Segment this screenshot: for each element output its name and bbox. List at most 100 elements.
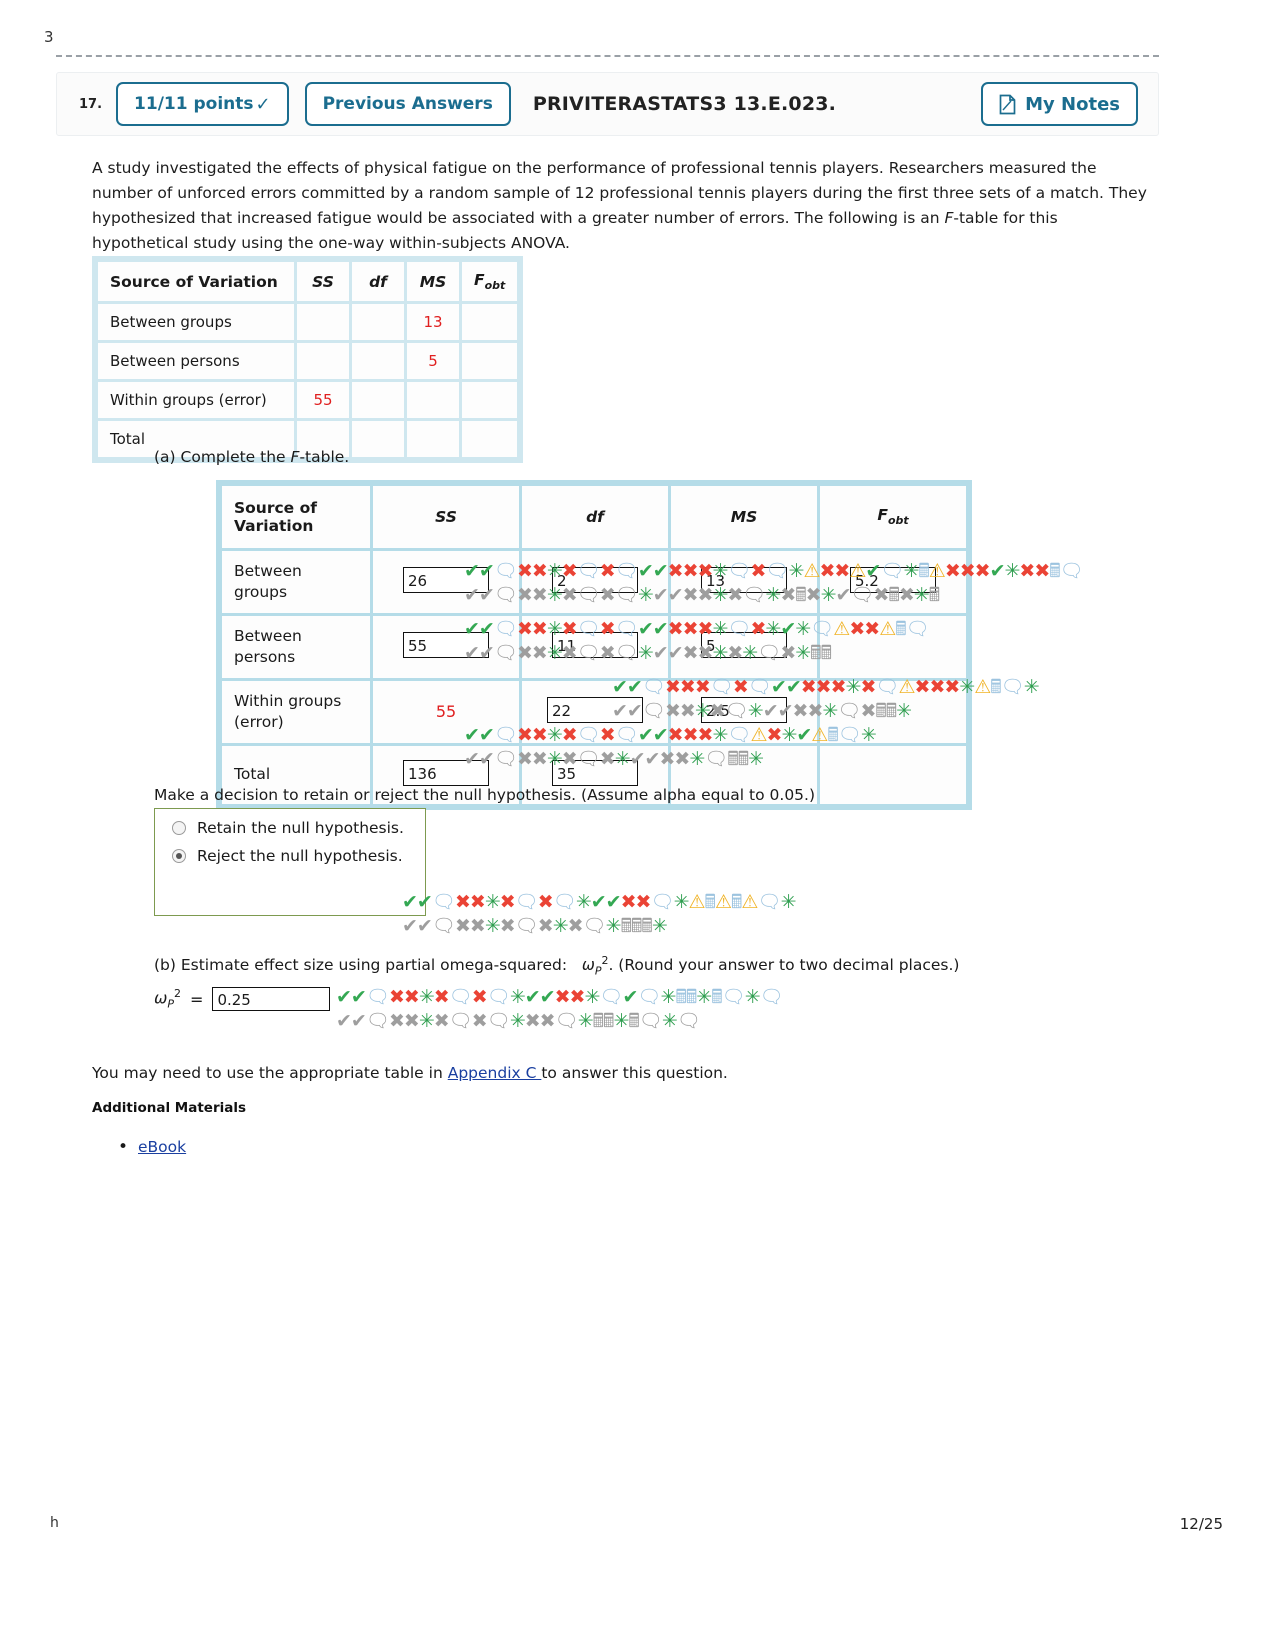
star-icon: ✳ — [509, 986, 526, 1008]
calculator-icon: 🖩 — [675, 986, 686, 1008]
table-row: Between groups 26 2 13 5.2 — [222, 551, 966, 613]
part-b-answer-input[interactable]: 0.25 — [212, 987, 331, 1011]
points-badge[interactable]: 11/11 points ✓ — [116, 82, 289, 126]
feedback-icons-decision-b: ✔✔🗨✖✖✳✖🗨✖✳✖🗨✳🖩🖩🖩✳ — [402, 915, 668, 937]
given-table-header-row: Source of Variation SS df MS Fobt — [98, 262, 518, 302]
incorrect-x-icon: ✖ — [569, 986, 586, 1008]
pending-x-icon: ✖ — [524, 1010, 541, 1032]
given-row1-df — [352, 343, 404, 380]
warning-icon: ⚠ — [714, 891, 732, 913]
given-row0-df — [352, 304, 404, 341]
comment-bubble-icon: 🗨 — [431, 915, 456, 937]
given-row2-ms — [407, 382, 459, 419]
answer-row0-ss-input[interactable]: 26 — [403, 566, 489, 593]
given-header-fobt-f: F — [474, 271, 485, 289]
warning-icon: ⚠ — [688, 891, 705, 913]
part-a-label-before: (a) Complete the — [154, 448, 291, 466]
given-row1-ss — [297, 343, 349, 380]
correct-check-icon: ✔ — [989, 560, 1006, 582]
part-b-answer-symbol: ωP2 — [154, 987, 181, 1011]
feedback-icons-part-b: ✔✔🗨✖✖✳✖🗨✖🗨✳✔✔✖✖✳🗨✔🗨✳🖩🖩✳🖩🗨✳🗨 — [336, 986, 784, 1008]
answer-header-fobt-f: F — [877, 506, 888, 525]
correct-check-icon: ✔✔ — [336, 986, 367, 1008]
comment-bubble-icon: 🗨 — [431, 891, 456, 913]
pending-x-icon: ✖✖ — [454, 915, 486, 937]
answer-row0-df-cell: 2 — [522, 551, 668, 613]
pending-check-icon: ✔✔ — [336, 1010, 367, 1032]
star-icon: ✳ — [1023, 676, 1040, 698]
incorrect-x-icon: ✖ — [499, 891, 516, 913]
previous-answers-button[interactable]: Previous Answers — [304, 82, 511, 126]
comment-bubble-icon: 🗨 — [554, 1010, 579, 1032]
calculator-icon: 🖩 — [641, 915, 652, 937]
my-notes-label: My Notes — [1025, 93, 1120, 115]
answer-row2-ms-input[interactable]: 2.5 — [701, 696, 787, 723]
incorrect-x-icon: ✖ — [974, 560, 991, 582]
incorrect-x-icon: ✖ — [620, 891, 637, 913]
answer-row1-ss-cell: 55 — [373, 615, 519, 678]
list-item: eBook — [118, 1137, 186, 1157]
comment-bubble-icon: 🗨 — [759, 986, 784, 1008]
answer-row0-df-input[interactable]: 2 — [552, 566, 638, 593]
comment-bubble-icon: 🗨 — [486, 986, 511, 1008]
answer-row2-ss-cell: 55 — [373, 680, 519, 743]
given-header-fobt-sub: obt — [484, 279, 506, 293]
answer-row2-df-input[interactable]: 22 — [547, 696, 643, 723]
star-icon: ✳ — [552, 915, 569, 937]
answer-row1-ms-input[interactable]: 5 — [701, 631, 787, 658]
calculator-icon: 🖩 — [730, 891, 742, 913]
answer-row0-fobt-input[interactable]: 5.2 — [850, 566, 936, 593]
answer-row3-ss-input[interactable]: 136 — [403, 759, 489, 786]
feedback-icons-decision: ✔✔🗨✖✖✳✖🗨✖🗨✳✔✔✖✖🗨✳⚠🖩⚠🖩⚠🗨✳ — [402, 891, 796, 913]
part-b-text-after: . (Round your answer to two decimal plac… — [608, 956, 960, 975]
answer-header-fobt-sub: obt — [887, 514, 909, 528]
part-b-text-before: (b) Estimate effect size using partial o… — [154, 956, 568, 975]
radio-reject-icon[interactable] — [172, 849, 186, 863]
incorrect-x-icon: ✖✖ — [454, 891, 486, 913]
comment-bubble-icon: 🗨 — [448, 986, 473, 1008]
answer-row2-fobt-cell — [820, 680, 966, 743]
comment-bubble-icon: 🗨 — [582, 915, 607, 937]
comment-bubble-icon: 🗨 — [1000, 676, 1025, 698]
star-icon: ✳ — [484, 915, 501, 937]
star-icon: ✳ — [696, 986, 712, 1008]
answer-row1-ms-cell: 5 — [671, 615, 817, 678]
decision-option-reject[interactable]: Reject the null hypothesis. — [155, 837, 425, 865]
comment-bubble-icon: 🗨 — [1059, 560, 1084, 582]
appendix-c-link[interactable]: Appendix C — [448, 1064, 542, 1082]
part-a-label-after: -table. — [299, 448, 350, 466]
given-row2-df — [352, 382, 404, 419]
comment-bubble-icon: 🗨 — [514, 891, 539, 913]
pending-x-icon: ✖ — [499, 915, 516, 937]
ebook-link[interactable]: eBook — [138, 1138, 186, 1156]
previous-answers-label: Previous Answers — [322, 94, 493, 114]
warning-icon: ⚠ — [741, 891, 758, 913]
incorrect-x-icon: ✖ — [471, 986, 488, 1008]
answer-header-fobt: Fobt — [820, 486, 966, 548]
incorrect-x-icon: ✖ — [635, 891, 652, 913]
answer-row3-df-input[interactable]: 35 — [552, 759, 638, 786]
answer-row1-ss-input[interactable]: 55 — [403, 631, 489, 658]
given-header-df: df — [352, 262, 404, 302]
pending-x-icon: ✖ — [539, 1010, 556, 1032]
incorrect-x-icon: ✖✖ — [388, 986, 420, 1008]
answer-row0-ms-input[interactable]: 13 — [701, 566, 787, 593]
my-notes-button[interactable]: My Notes — [981, 82, 1138, 126]
question-number: 17. — [79, 96, 103, 112]
calculator-icon: 🖩 — [620, 915, 632, 937]
correct-check-icon: ✔ — [622, 986, 638, 1008]
part-a-label: (a) Complete the F-table. — [154, 448, 349, 466]
pending-check-icon: ✔✔ — [402, 915, 433, 937]
decision-option-retain[interactable]: Retain the null hypothesis. — [155, 809, 425, 837]
table-row: Within groups (error) 55 22 2.5 — [222, 680, 966, 743]
answer-row2-ms-cell: 2.5 — [671, 680, 817, 743]
radio-retain-icon[interactable] — [172, 821, 186, 835]
given-row1-source: Between persons — [98, 343, 294, 380]
pending-x-icon: ✖ — [433, 1010, 450, 1032]
given-row0-source: Between groups — [98, 304, 294, 341]
star-icon: ✳ — [661, 1010, 678, 1032]
answer-row1-df-input[interactable]: 11 — [552, 631, 638, 658]
omega-symbol-2: ω — [154, 988, 168, 1008]
star-icon: ✳ — [651, 915, 668, 937]
calculator-icon: 🖩 — [704, 891, 716, 913]
